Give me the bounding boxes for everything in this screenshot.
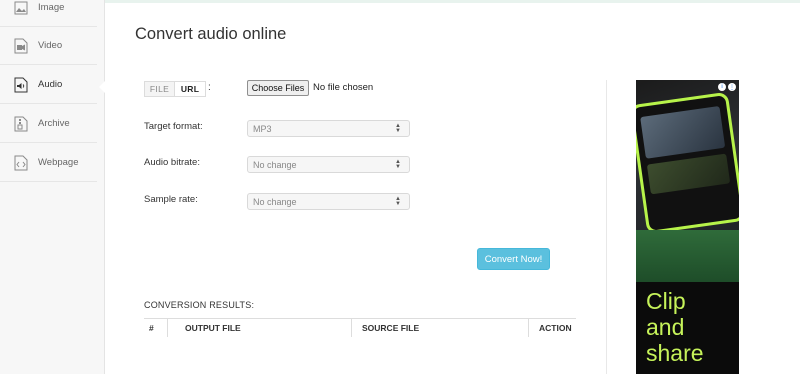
convert-now-button[interactable]: Convert Now! [477,248,550,270]
column-header-output-file: OUTPUT FILE [185,323,241,333]
sample-rate-value: No change [253,196,297,207]
sidebar-item-archive[interactable]: Archive [0,105,97,143]
sidebar-item-label: Image [38,2,65,13]
select-arrows-icon: ▲ ▼ [395,196,401,207]
ad-headline-line: and [646,314,685,340]
tab-url[interactable]: URL [175,82,205,96]
ad-phone-graphic [636,91,739,235]
conversion-results-title: CONVERSION RESULTS: [144,300,255,310]
sidebar-item-label: Webpage [38,157,79,168]
audio-bitrate-label: Audio bitrate: [144,157,200,168]
select-arrows-icon: ▲ ▼ [395,159,401,170]
ad-sports-field-image [636,230,739,282]
top-accent-line [0,0,800,3]
source-tabs: FILE URL [144,81,206,97]
ad-choices-badge[interactable]: i ⋮ [718,83,736,91]
webpage-icon [13,154,29,171]
column-header-action: ACTION [539,323,572,333]
target-format-value: MP3 [253,123,272,134]
audio-bitrate-select[interactable]: No change ▲ ▼ [247,156,410,173]
page-title: Convert audio online [135,25,287,43]
archive-icon [13,115,29,132]
ad-image [636,80,739,282]
file-status-text: No file chosen [313,82,374,93]
sidebar-item-audio[interactable]: Audio [0,66,97,104]
advertisement[interactable]: i ⋮ Clip and share [636,80,739,374]
select-arrows-icon: ▲ ▼ [395,123,401,134]
tab-file[interactable]: FILE [145,82,175,96]
sidebar-item-webpage[interactable]: Webpage [0,144,97,182]
ad-headline-line: share [646,340,704,366]
tabs-colon: : [208,82,211,93]
sidebar-item-image[interactable]: Image [0,0,97,27]
choose-files-button[interactable]: Choose Files [247,80,309,96]
video-icon [13,37,29,54]
target-format-label: Target format: [144,121,203,132]
sidebar-item-video[interactable]: Video [0,27,97,65]
active-item-pointer [99,81,105,93]
ad-headline: Clip and share [646,288,704,366]
audio-bitrate-value: No change [253,159,297,170]
target-format-select[interactable]: MP3 ▲ ▼ [247,120,410,137]
sidebar-item-label: Archive [38,118,70,129]
sidebar-item-label: Video [38,40,63,51]
audio-icon [13,76,29,93]
column-header-source-file: SOURCE FILE [362,323,420,333]
results-table-header: # OUTPUT FILE SOURCE FILE ACTION [144,318,576,337]
image-icon [13,0,29,16]
column-divider [351,319,352,337]
ad-menu-icon[interactable]: ⋮ [728,83,736,91]
ad-headline-line: Clip [646,288,686,314]
ad-video-thumbnail [640,106,726,159]
sidebar-item-label: Audio [38,79,63,90]
sample-rate-select[interactable]: No change ▲ ▼ [247,193,410,210]
column-divider [528,319,529,337]
sidebar: Image Video Audio Archive Webpage [0,0,105,374]
sample-rate-label: Sample rate: [144,194,198,205]
content-divider [606,80,607,374]
column-header-number: # [149,323,154,333]
column-divider [167,319,168,337]
ad-info-icon[interactable]: i [718,83,726,91]
ad-video-thumbnail [646,153,731,195]
